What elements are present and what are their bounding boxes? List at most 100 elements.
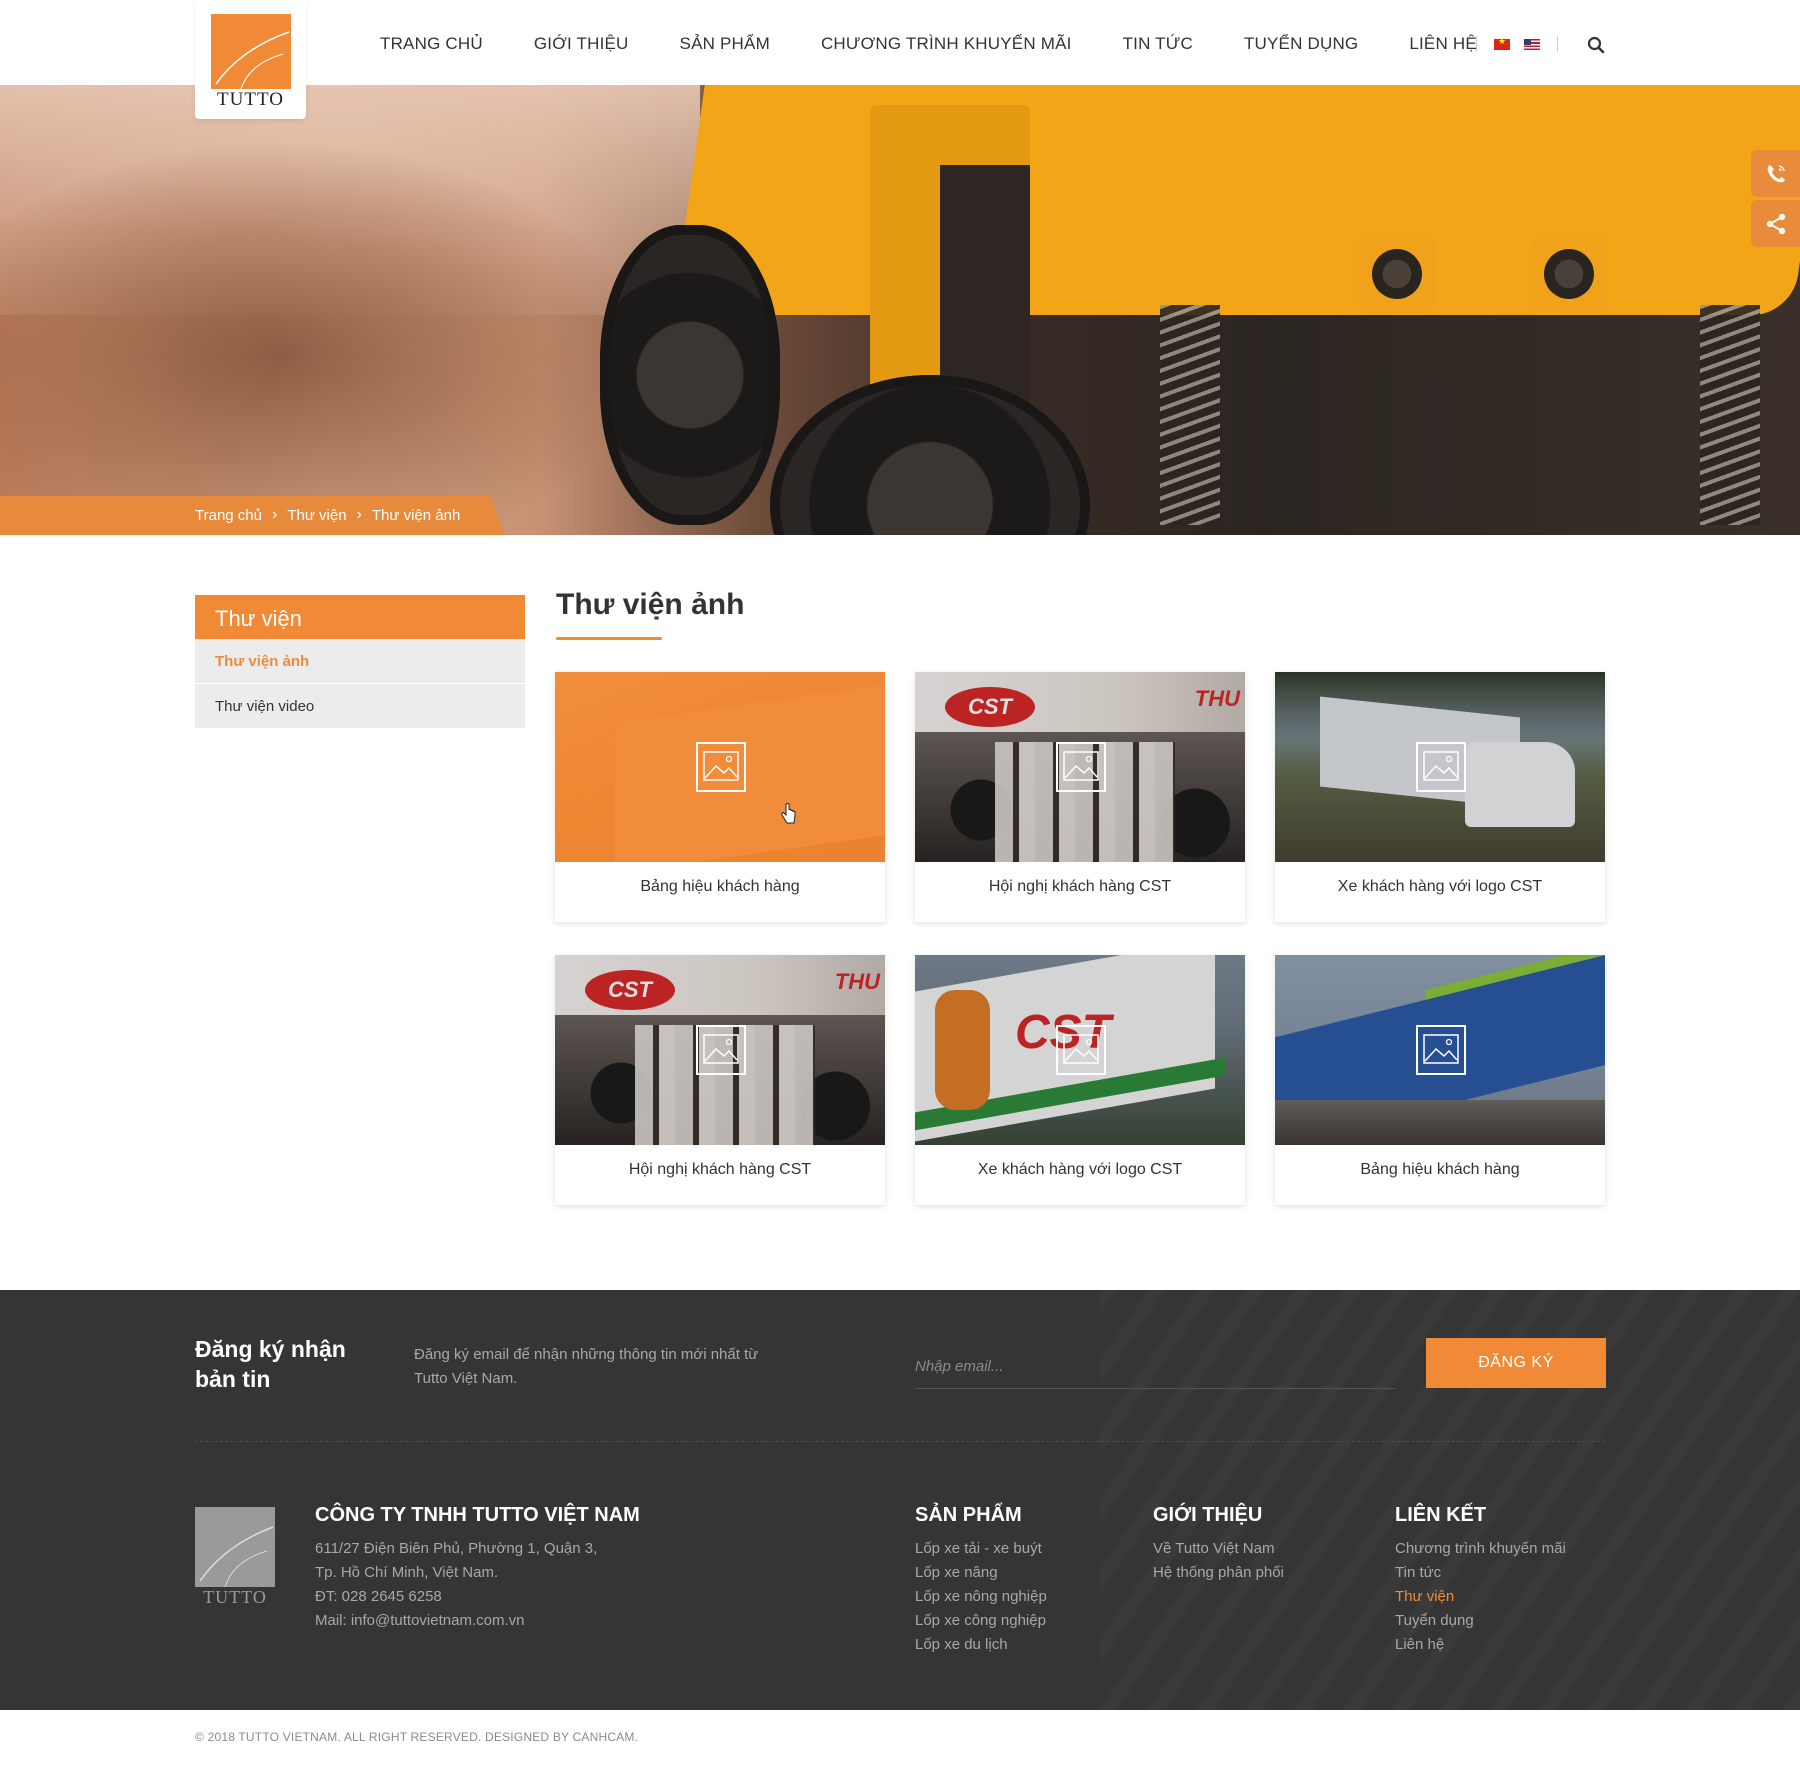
nav-divider — [1557, 36, 1558, 52]
gallery-thumbnail[interactable] — [1275, 672, 1605, 862]
gallery-card[interactable]: Bảng hiệu khách hàng — [555, 672, 885, 922]
company-name: CÔNG TY TNHH TUTTO VIỆT NAM — [315, 1504, 640, 1526]
logo-text: TUTTO — [217, 89, 284, 110]
sidebar-item-photo-library[interactable]: Thư viện ảnh — [195, 639, 525, 684]
footer-link[interactable]: Lốp xe tải - xe buýt — [915, 1537, 1047, 1561]
sidebar-item-video-library[interactable]: Thư viện video — [195, 684, 525, 729]
footer-column-heading: GIỚI THIỆU — [1153, 1504, 1263, 1526]
copyright-text: 2018 TUTTO VIETNAM. ALL RIGHT RESERVED. … — [207, 1730, 639, 1744]
footer-logo-mark — [195, 1507, 275, 1587]
newsletter-title: Đăng ký nhận bản tin — [195, 1336, 346, 1392]
gallery-card[interactable]: CST Xe khách hàng với logo CST — [915, 955, 1245, 1205]
newsletter-email-input[interactable] — [915, 1345, 1395, 1389]
footer-logo-text: TUTTO — [203, 1587, 267, 1607]
footer-link[interactable]: Tin tức — [1395, 1561, 1566, 1585]
gallery-caption[interactable]: Hội nghị khách hàng CST — [555, 1161, 885, 1179]
logo-mark — [211, 14, 291, 89]
breadcrumb: Trang chủ › Thư viện › Thư viện ảnh — [195, 506, 460, 524]
site-logo[interactable]: TUTTO — [195, 0, 306, 119]
company-info: CÔNG TY TNHH TUTTO VIỆT NAM 611/27 Điện … — [315, 1504, 640, 1633]
gallery-card[interactable]: Xe khách hàng với logo CST — [1275, 672, 1605, 922]
nav-item-promotions[interactable]: CHƯƠNG TRÌNH KHUYẾN MÃI — [821, 34, 1072, 54]
hero-spring — [1160, 305, 1220, 525]
image-icon — [1416, 1025, 1466, 1075]
nav-item-home[interactable]: TRANG CHỦ — [380, 34, 483, 54]
hero-banner — [0, 85, 1800, 535]
hero-lamp — [1530, 235, 1608, 313]
footer-divider — [195, 1441, 1605, 1442]
image-icon — [696, 1025, 746, 1075]
copyright: © 2018 TUTTO VIETNAM. ALL RIGHT RESERVED… — [195, 1730, 638, 1744]
image-icon — [1416, 742, 1466, 792]
footer-link[interactable]: Tuyển dụng — [1395, 1609, 1566, 1633]
sidebar-title: Thư viện — [195, 595, 525, 639]
gallery-caption[interactable]: Xe khách hàng với logo CST — [915, 1161, 1245, 1179]
footer-column-products: SẢN PHẨM Lốp xe tải - xe buýt Lốp xe nân… — [915, 1504, 1047, 1657]
image-icon — [1056, 742, 1106, 792]
hero-car-body — [672, 85, 1800, 315]
nav-item-careers[interactable]: TUYỂN DỤNG — [1244, 34, 1358, 54]
search-icon[interactable] — [1587, 36, 1605, 54]
footer-link[interactable]: Lốp xe nông nghiệp — [915, 1585, 1047, 1609]
company-address: 611/27 Điện Biên Phủ, Phường 1, Quận 3, — [315, 1540, 598, 1557]
gallery-card[interactable]: CST THU Hội nghị khách hàng CST — [555, 955, 885, 1205]
footer-column-about: GIỚI THIỆU Về Tutto Việt Nam Hệ thống ph… — [1153, 1504, 1284, 1585]
main-nav: TRANG CHỦ GIỚI THIỆU SẢN PHẨM CHƯƠNG TRÌ… — [380, 34, 1528, 54]
footer-logo[interactable]: TUTTO — [195, 1507, 275, 1607]
breadcrumb-home[interactable]: Trang chủ — [195, 507, 262, 524]
footer-link-active[interactable]: Thư viện — [1395, 1585, 1566, 1609]
gallery-thumbnail[interactable]: CST THU — [555, 955, 885, 1145]
gallery-thumbnail[interactable] — [1275, 955, 1605, 1145]
sidebar: Thư viện Thư viện ảnh Thư viện video — [195, 595, 525, 729]
footer-column-heading: SẢN PHẨM — [915, 1504, 1022, 1526]
footer-column-links: LIÊN KẾT Chương trình khuyến mãi Tin tức… — [1395, 1504, 1566, 1657]
company-city: Tp. Hồ Chí Minh, Việt Nam. — [315, 1564, 499, 1581]
nav-item-contact[interactable]: LIÊN HỆ — [1409, 34, 1477, 54]
hero-spring — [1700, 305, 1760, 525]
chevron-right-icon: › — [271, 506, 278, 523]
breadcrumb-library[interactable]: Thư viện — [287, 507, 346, 524]
gallery-caption[interactable]: Xe khách hàng với logo CST — [1275, 878, 1605, 896]
hand-cursor-icon — [781, 803, 796, 824]
footer-column-heading: LIÊN KẾT — [1395, 1504, 1487, 1526]
hero-lamp — [1358, 235, 1436, 313]
image-icon — [696, 742, 746, 792]
nav-divider — [1476, 36, 1477, 52]
hero-wheel — [770, 375, 1090, 535]
breadcrumb-current[interactable]: Thư viện ảnh — [372, 507, 460, 524]
page-title: Thư viện ảnh — [556, 588, 745, 621]
newsletter-subscribe-button[interactable]: ĐĂNG KÝ — [1426, 1338, 1606, 1388]
gallery-thumbnail[interactable]: CST — [915, 955, 1245, 1145]
gallery-caption[interactable]: Hội nghị khách hàng CST — [915, 878, 1245, 896]
phone-button[interactable] — [1751, 150, 1800, 197]
nav-item-about[interactable]: GIỚI THIỆU — [534, 34, 629, 54]
image-icon — [1056, 1025, 1106, 1075]
footer-link[interactable]: Liên hệ — [1395, 1633, 1566, 1657]
chevron-right-icon: › — [356, 506, 362, 523]
share-button[interactable] — [1751, 200, 1800, 247]
footer-link[interactable]: Hệ thống phân phối — [1153, 1561, 1284, 1585]
share-icon — [1766, 213, 1785, 234]
vi-flag-icon[interactable] — [1494, 36, 1510, 50]
nav-item-news[interactable]: TIN TỨC — [1123, 34, 1193, 54]
gallery-caption[interactable]: Bảng hiệu khách hàng — [1275, 1161, 1605, 1179]
gallery-card[interactable]: Bảng hiệu khách hàng — [1275, 955, 1605, 1205]
copyright-icon: © — [195, 1730, 205, 1744]
hero-wheel — [600, 225, 780, 525]
footer-link[interactable]: Lốp xe nâng — [915, 1561, 1047, 1585]
footer-link[interactable]: Lốp xe công nghiệp — [915, 1609, 1047, 1633]
footer-link[interactable]: Lốp xe du lịch — [915, 1633, 1047, 1657]
footer-link[interactable]: Chương trình khuyến mãi — [1395, 1537, 1566, 1561]
nav-item-products[interactable]: SẢN PHẨM — [680, 34, 770, 54]
us-flag-icon[interactable] — [1524, 39, 1540, 50]
gallery-card[interactable]: CST THU Hội nghị khách hàng CST — [915, 672, 1245, 922]
newsletter-description: Đăng ký email để nhận những thông tin mớ… — [414, 1346, 759, 1387]
footer-link[interactable]: Về Tutto Việt Nam — [1153, 1537, 1284, 1561]
title-underline — [556, 637, 662, 640]
company-email: Mail: info@tuttovietnam.com.vn — [315, 1612, 525, 1629]
gallery-caption[interactable]: Bảng hiệu khách hàng — [555, 878, 885, 896]
company-phone: ĐT: 028 2645 6258 — [315, 1588, 442, 1605]
gallery-thumbnail[interactable] — [555, 672, 885, 862]
gallery-thumbnail[interactable]: CST THU — [915, 672, 1245, 862]
phone-icon — [1767, 164, 1785, 182]
